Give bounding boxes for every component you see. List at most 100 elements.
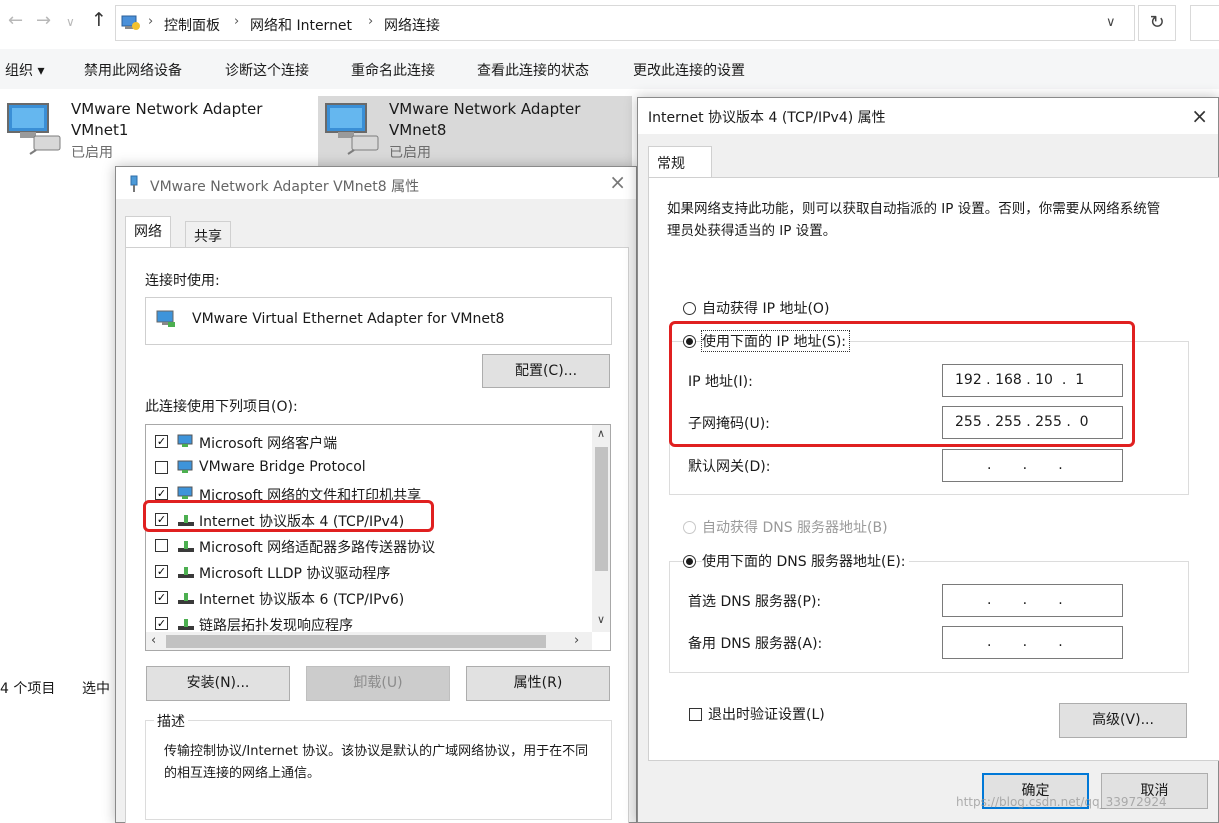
- breadcrumb-separator-icon: ›: [148, 14, 154, 29]
- search-box[interactable]: [1190, 5, 1219, 41]
- item-label: Microsoft LLDP 协议驱动程序: [199, 566, 391, 582]
- adapter-vmnet1[interactable]: VMware Network Adapter VMnet1 已启用: [0, 96, 314, 166]
- network-adapter-icon: [325, 103, 379, 155]
- close-icon[interactable]: ×: [1191, 104, 1208, 128]
- list-item[interactable]: ✓ 链路层拓扑发现响应程序: [146, 611, 592, 635]
- network-client-icon: [177, 460, 193, 473]
- protocol-icon: [178, 619, 194, 630]
- adapter-vmnet8[interactable]: VMware Network Adapter VMnet8 已启用: [318, 96, 632, 166]
- auto-ip-radio[interactable]: [683, 302, 696, 315]
- item-checkbox[interactable]: ✓: [155, 617, 168, 630]
- tab-sharing[interactable]: 共享: [185, 221, 231, 248]
- network-client-icon: [177, 434, 193, 447]
- breadcrumb-separator-icon: ›: [234, 14, 240, 29]
- connect-using-label: 连接时使用:: [145, 273, 220, 289]
- address-dropdown-icon[interactable]: ∨: [1106, 15, 1116, 30]
- close-icon[interactable]: ×: [609, 170, 626, 194]
- command-bar: 组织 ▾ 禁用此网络设备 诊断这个连接 重命名此连接 查看此连接的状态 更改此连…: [0, 49, 1219, 89]
- scroll-down-icon[interactable]: ∨: [597, 613, 605, 626]
- item-label: Microsoft 网络客户端: [199, 436, 338, 452]
- change-settings-button[interactable]: 更改此连接的设置: [633, 60, 745, 80]
- protocol-icon: [178, 593, 194, 604]
- adapter-name-box: VMware Virtual Ethernet Adapter for VMne…: [145, 297, 612, 345]
- up-arrow-icon[interactable]: ↑: [91, 9, 107, 31]
- dialog-title: VMware Network Adapter VMnet8 属性: [150, 179, 420, 195]
- view-status-button[interactable]: 查看此连接的状态: [477, 60, 589, 80]
- adapter-title-icon: [130, 175, 138, 192]
- breadcrumb-network-internet[interactable]: 网络和 Internet: [250, 15, 352, 35]
- tab-general[interactable]: 常规: [648, 146, 712, 178]
- adapter-sub: VMnet8: [389, 121, 447, 139]
- gateway-value: . . .: [987, 457, 1063, 473]
- list-item[interactable]: ✓ Microsoft 网络客户端: [146, 429, 592, 453]
- list-item[interactable]: ✓ Internet 协议版本 6 (TCP/IPv6): [146, 585, 592, 609]
- back-arrow-icon[interactable]: ←: [8, 10, 23, 31]
- list-item[interactable]: ✓ Microsoft LLDP 协议驱动程序: [146, 559, 592, 583]
- auto-dns-label[interactable]: 自动获得 DNS 服务器地址(B): [702, 517, 888, 537]
- selected-count: 选中: [82, 681, 110, 697]
- properties-button[interactable]: 属性(R): [466, 666, 610, 701]
- item-label: VMware Bridge Protocol: [199, 459, 366, 475]
- preferred-dns-value: . . .: [987, 592, 1063, 608]
- adapter-name: VMware Network Adapter: [71, 100, 263, 118]
- list-item[interactable]: Microsoft 网络适配器多路传送器协议: [146, 533, 592, 557]
- items-label: 此连接使用下列项目(O):: [145, 399, 298, 415]
- rename-button[interactable]: 重命名此连接: [351, 60, 435, 80]
- status-bar: 4 个项目 选中: [0, 676, 130, 700]
- breadcrumb-network-connections[interactable]: 网络连接: [384, 15, 440, 35]
- advanced-button[interactable]: 高级(V)...: [1059, 703, 1187, 738]
- highlight-manual-ip: [669, 321, 1135, 447]
- preferred-dns-label: 首选 DNS 服务器(P):: [688, 594, 822, 610]
- manual-dns-label[interactable]: 使用下面的 DNS 服务器地址(E):: [702, 551, 909, 571]
- auto-dns-radio[interactable]: [683, 521, 696, 534]
- ipv4-properties-dialog: Internet 协议版本 4 (TCP/IPv4) 属性 × 常规 如果网络支…: [637, 97, 1219, 823]
- breadcrumb-control-panel[interactable]: 控制面板: [164, 15, 220, 35]
- item-checkbox[interactable]: ✓: [155, 565, 168, 578]
- network-tab-panel: 连接时使用: VMware Virtual Ethernet Adapter f…: [125, 247, 629, 823]
- dialog-titlebar: VMware Network Adapter VMnet8 属性 ×: [116, 167, 636, 199]
- highlight-ipv4-item: [143, 500, 434, 532]
- disable-device-button[interactable]: 禁用此网络设备: [84, 60, 182, 80]
- address-bar[interactable]: › 控制面板 › 网络和 Internet › 网络连接 ∨: [115, 5, 1135, 41]
- alternate-dns-field[interactable]: . . .: [942, 626, 1123, 659]
- item-checkbox[interactable]: ✓: [155, 487, 168, 500]
- validate-label[interactable]: 退出时验证设置(L): [708, 704, 825, 724]
- adapter-name: VMware Network Adapter: [389, 100, 581, 118]
- diagnose-button[interactable]: 诊断这个连接: [225, 60, 309, 80]
- vertical-scrollbar[interactable]: ∧ ∨: [592, 425, 610, 632]
- scroll-right-icon[interactable]: ›: [574, 633, 579, 648]
- description-group: 描述 传输控制协议/Internet 协议。该协议是默认的广域网络协议，用于在不…: [145, 711, 612, 820]
- item-checkbox[interactable]: [155, 539, 168, 552]
- description-text: 传输控制协议/Internet 协议。该协议是默认的广域网络协议，用于在不同的相…: [164, 744, 589, 781]
- alternate-dns-label: 备用 DNS 服务器(A):: [688, 636, 823, 652]
- tab-network[interactable]: 网络: [125, 216, 171, 248]
- alternate-dns-value: . . .: [987, 634, 1063, 650]
- recent-dropdown-icon[interactable]: ∨: [66, 15, 75, 29]
- item-checkbox[interactable]: [155, 461, 168, 474]
- h-scroll-thumb[interactable]: [166, 635, 546, 648]
- auto-ip-label[interactable]: 自动获得 IP 地址(O): [702, 298, 829, 318]
- scroll-thumb[interactable]: [595, 447, 608, 571]
- dialog-title: Internet 协议版本 4 (TCP/IPv4) 属性: [648, 110, 886, 126]
- configure-button[interactable]: 配置(C)...: [482, 354, 610, 388]
- refresh-icon[interactable]: ↻: [1138, 5, 1176, 41]
- adapter-status: 已启用: [71, 145, 113, 161]
- adapter-full-name: VMware Virtual Ethernet Adapter for VMne…: [192, 311, 505, 327]
- intro-text: 如果网络支持此功能，则可以获取自动指派的 IP 设置。否则，你需要从网络系统管理…: [667, 201, 1161, 239]
- vmnet8-properties-dialog: VMware Network Adapter VMnet8 属性 × 网络 共享…: [115, 166, 637, 823]
- install-button[interactable]: 安装(N)...: [146, 666, 290, 701]
- validate-checkbox[interactable]: [689, 708, 702, 721]
- preferred-dns-field[interactable]: . . .: [942, 584, 1123, 617]
- gateway-field[interactable]: . . .: [942, 449, 1123, 482]
- scroll-left-icon[interactable]: ‹: [151, 633, 156, 648]
- item-checkbox[interactable]: ✓: [155, 591, 168, 604]
- protocol-icon: [178, 567, 194, 578]
- list-item[interactable]: VMware Bridge Protocol: [146, 455, 592, 479]
- organize-menu[interactable]: 组织 ▾: [5, 60, 44, 80]
- forward-arrow-icon[interactable]: →: [36, 10, 51, 31]
- uninstall-button[interactable]: 卸载(U): [306, 666, 450, 701]
- item-checkbox[interactable]: ✓: [155, 435, 168, 448]
- control-panel-icon: [121, 15, 140, 30]
- manual-dns-radio[interactable]: [683, 555, 696, 568]
- scroll-up-icon[interactable]: ∧: [597, 427, 605, 440]
